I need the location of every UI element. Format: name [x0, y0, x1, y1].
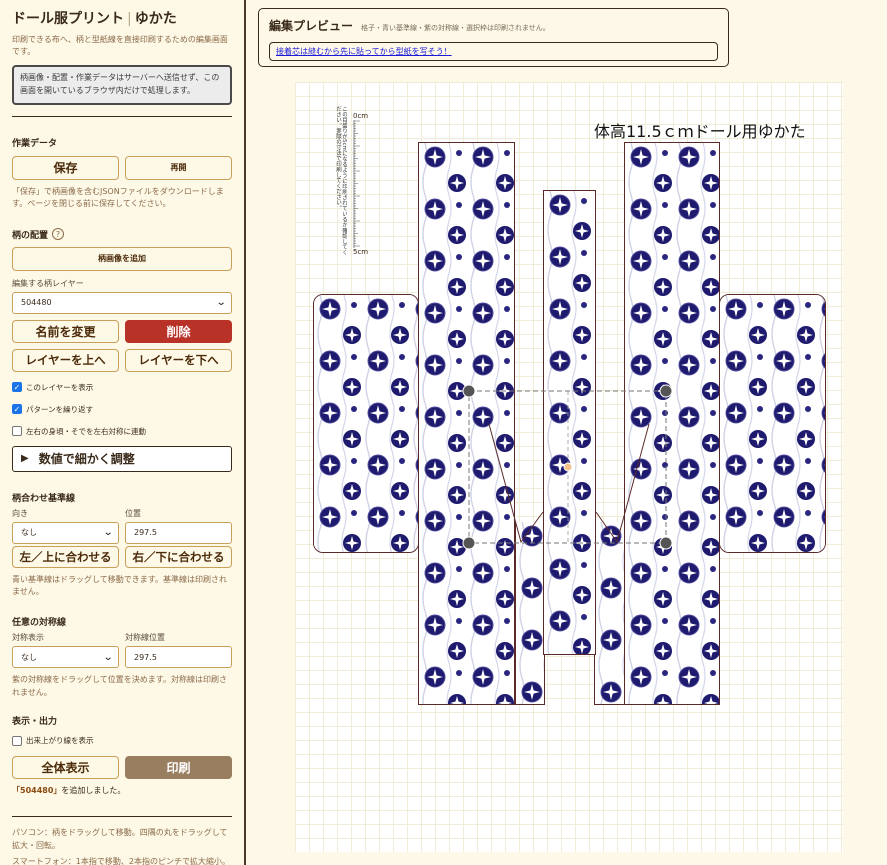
- save-button[interactable]: 保存: [12, 155, 119, 180]
- divider: [12, 115, 232, 117]
- add-pattern-image-button[interactable]: 柄画像を追加: [12, 246, 232, 271]
- finished-view-label: 出来上がり線を表示: [26, 736, 94, 746]
- pattern-fill: [720, 295, 825, 552]
- divider: [12, 816, 232, 818]
- direction-label: 向き: [12, 508, 28, 518]
- layer-up-button[interactable]: レイヤーを上へ: [12, 348, 119, 372]
- tip-link[interactable]: 接着芯は縫むから先に貼ってから型紙を写そう！: [276, 46, 452, 57]
- left-back-body-piece[interactable]: [418, 142, 515, 705]
- preview-header: 編集プレビュー 格子・青い基準線・紫の対称線・選択枠は印刷されません。 接着芯は…: [258, 8, 729, 67]
- work-data-title: 作業データ: [12, 138, 58, 149]
- right-sleeve-piece[interactable]: [719, 294, 826, 553]
- pattern-fill: [516, 522, 544, 704]
- title-separator: |: [127, 11, 132, 27]
- position-label: 位置: [125, 508, 141, 518]
- collar-strip-piece[interactable]: [543, 190, 596, 655]
- symmetry-position-label: 対称線位置: [125, 633, 165, 643]
- direction-value: なし: [21, 528, 37, 538]
- scale-note: この目盛りが5cmになるように印刷されているか確認してください。実際の寸法で印刷…: [335, 106, 347, 256]
- tips-pc: パソコン：柄をドラッグして移動。四隅の丸をドラッグして拡大・回転。: [12, 828, 228, 850]
- doll-title: 体高11.5ｃｍドール用ゆかた: [594, 122, 806, 141]
- left-front-lower-piece[interactable]: [515, 522, 545, 705]
- layer-select[interactable]: 504480 ⌄: [12, 291, 232, 314]
- align-note: 青い基準線はドラッグして移動できます。基準線は印刷されません。: [12, 574, 227, 596]
- question-icon[interactable]: ?: [52, 228, 65, 241]
- layer-down-button[interactable]: レイヤーを下へ: [125, 348, 232, 372]
- symmetry-position-input[interactable]: 297.5: [125, 646, 232, 669]
- mirror-label: 左右の身頃・そでを左右対称に連動: [26, 426, 146, 436]
- align-right-bottom-button[interactable]: 右／下に合わせる: [125, 545, 232, 568]
- scale-label-top: 0cm: [353, 112, 369, 120]
- tip-link-box: 接着芯は縫むから先に貼ってから型紙を写そう！: [269, 42, 718, 61]
- chevron-down-icon: ⌄: [102, 651, 114, 663]
- pattern-fill: [314, 295, 418, 552]
- repeat-checkbox-row[interactable]: ✓ パターンを繰り返す: [12, 404, 232, 415]
- right-back-body-piece[interactable]: [624, 142, 720, 705]
- app-description: 印刷できる布へ、柄と型紙線を直接印刷するための編集画面です。: [12, 35, 228, 56]
- privacy-notice: 柄画像・配置・作業データはサーバーへ送信せず、この画面を開いているブラウザ内だけ…: [12, 65, 232, 105]
- delete-button[interactable]: 削除: [125, 319, 232, 343]
- symmetry-title: 任意の対称線: [12, 618, 67, 629]
- symmetry-display-select[interactable]: なし ⌄: [12, 646, 119, 669]
- show-layer-label: このレイヤーを表示: [26, 382, 94, 392]
- repeat-label: パターンを繰り返す: [26, 404, 94, 414]
- preview-title: 編集プレビュー: [269, 19, 354, 33]
- pattern-title: 柄の配置: [12, 230, 49, 241]
- print-button[interactable]: 印刷: [125, 756, 232, 780]
- app-title-sub: ゆかた: [134, 11, 177, 27]
- align-title: 柄合わせ基準線: [12, 493, 76, 504]
- app-title: ドール服プリント | ゆかた: [12, 8, 232, 28]
- pattern-fill: [544, 191, 595, 654]
- tips-phone: スマートフォン：1本指で移動、2本指のピンチで拡大縮小。: [12, 856, 230, 865]
- symmetry-display-value: なし: [21, 652, 37, 662]
- symmetry-note: 紫の対称線をドラッグして位置を決めます。対称線は印刷されません。: [12, 675, 227, 697]
- right-front-lower-piece[interactable]: [594, 522, 625, 705]
- left-sleeve-piece[interactable]: [313, 294, 419, 553]
- resume-button[interactable]: 再開: [125, 155, 232, 180]
- chevron-down-icon: ⌄: [102, 527, 114, 539]
- preview-canvas[interactable]: 0cm 5cm この目盛りが5cmになるように印刷されているか確認してください。…: [295, 82, 843, 852]
- preview-subtitle: 格子・青い基準線・紫の対称線・選択枠は印刷されません。: [361, 24, 550, 32]
- scale-ruler: [353, 120, 360, 248]
- show-layer-checkbox-row[interactable]: ✓ このレイヤーを表示: [12, 382, 232, 393]
- status-layer-name: 「504480」: [12, 786, 62, 796]
- output-title: 表示・出力: [12, 717, 58, 728]
- check-icon[interactable]: ✓: [12, 382, 22, 393]
- pattern-fill: [625, 143, 719, 704]
- check-icon[interactable]: ✓: [12, 404, 22, 415]
- finished-view-checkbox-row[interactable]: 出来上がり線を表示: [12, 735, 232, 746]
- layer-label: 編集する柄レイヤー: [12, 278, 84, 288]
- mirror-checkbox-row[interactable]: 左右の身頃・そでを左右対称に連動: [12, 426, 232, 437]
- sidebar: ドール服プリント | ゆかた 印刷できる布へ、柄と型紙線を直接印刷するための編集画面…: [0, 0, 246, 865]
- chevron-down-icon: ⌄: [215, 297, 227, 309]
- fit-all-button[interactable]: 全体表示: [12, 756, 119, 780]
- direction-select[interactable]: なし ⌄: [12, 521, 119, 544]
- fine-tune-label: 数値で細かく調整: [38, 452, 135, 467]
- fine-tune-toggle[interactable]: ▶ 数値で細かく調整: [12, 445, 232, 472]
- pattern-fill: [595, 522, 624, 704]
- align-left-top-button[interactable]: 左／上に合わせる: [12, 545, 119, 568]
- pattern-fill: [419, 143, 514, 704]
- save-note: 「保存」で柄画像を含むJSONファイルをダウンロードします。ページを閉じる前に保…: [12, 186, 224, 209]
- status-message: 「504480」を追加しました。: [12, 785, 232, 796]
- checkbox-empty-icon[interactable]: [12, 426, 22, 437]
- status-text: を追加しました。: [61, 786, 126, 796]
- pattern-section-title: 柄の配置 ?: [12, 228, 232, 241]
- triangle-right-icon: ▶: [21, 453, 29, 465]
- rename-button[interactable]: 名前を変更: [12, 319, 119, 343]
- app-title-main: ドール服プリント: [12, 11, 124, 27]
- symmetry-display-label: 対称表示: [12, 633, 44, 643]
- layer-select-value: 504480: [21, 298, 52, 308]
- checkbox-empty-icon[interactable]: [12, 735, 22, 746]
- position-input[interactable]: 297.5: [125, 521, 232, 544]
